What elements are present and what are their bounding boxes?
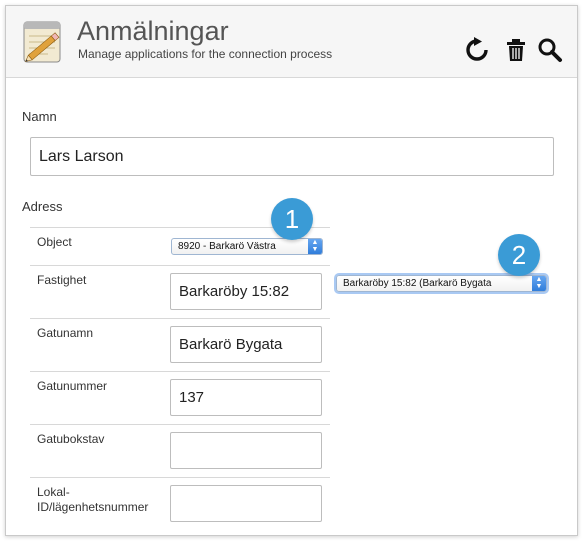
row-gatubokstav: Gatubokstav	[30, 424, 330, 477]
object-select-value: 8920 - Barkarö Västra	[178, 241, 276, 252]
gatubokstav-input[interactable]	[170, 432, 322, 469]
row-fastighet: Fastighet	[30, 265, 330, 318]
row-lokal-id: Lokal-ID/lägenhetsnummer	[30, 477, 330, 530]
callout-badge-2: 2	[498, 234, 540, 276]
fastighet-input[interactable]	[170, 273, 322, 310]
trash-icon[interactable]	[503, 37, 529, 63]
select-stepper-icon: ▲ ▼	[308, 239, 322, 254]
gatunummer-input[interactable]	[170, 379, 322, 416]
notepad-pencil-icon	[23, 21, 61, 63]
address-label: Adress	[22, 199, 63, 214]
select-stepper-icon: ▲ ▼	[532, 276, 546, 291]
row-label: Object	[37, 235, 72, 249]
page-title: Anmälningar	[77, 16, 229, 46]
property-select[interactable]: Barkaröby 15:82 (Barkarö Bygata ▲ ▼	[336, 275, 547, 292]
row-label: Gatunummer	[37, 379, 108, 393]
row-gatunummer: Gatunummer	[30, 371, 330, 424]
search-icon[interactable]	[537, 37, 563, 63]
row-label: Gatubokstav	[37, 432, 105, 446]
object-select[interactable]: 8920 - Barkarö Västra ▲ ▼	[171, 238, 323, 255]
row-label: Fastighet	[37, 273, 87, 287]
refresh-icon[interactable]	[464, 37, 490, 63]
app-window: Anmälningar Manage applications for the …	[5, 5, 578, 536]
gatunamn-input[interactable]	[170, 326, 322, 363]
property-select-value: Barkaröby 15:82 (Barkarö Bygata	[343, 278, 492, 289]
lokal-id-input[interactable]	[170, 485, 322, 522]
callout-badge-1: 1	[271, 198, 313, 240]
row-label: Gatunamn	[37, 326, 94, 340]
row-label: Lokal-ID/lägenhetsnummer	[37, 485, 149, 514]
name-label: Namn	[22, 109, 57, 124]
row-gatunamn: Gatunamn	[30, 318, 330, 371]
name-input[interactable]	[30, 137, 554, 176]
page-subtitle: Manage applications for the connection p…	[78, 47, 333, 61]
header-bar: Anmälningar Manage applications for the …	[6, 6, 577, 78]
